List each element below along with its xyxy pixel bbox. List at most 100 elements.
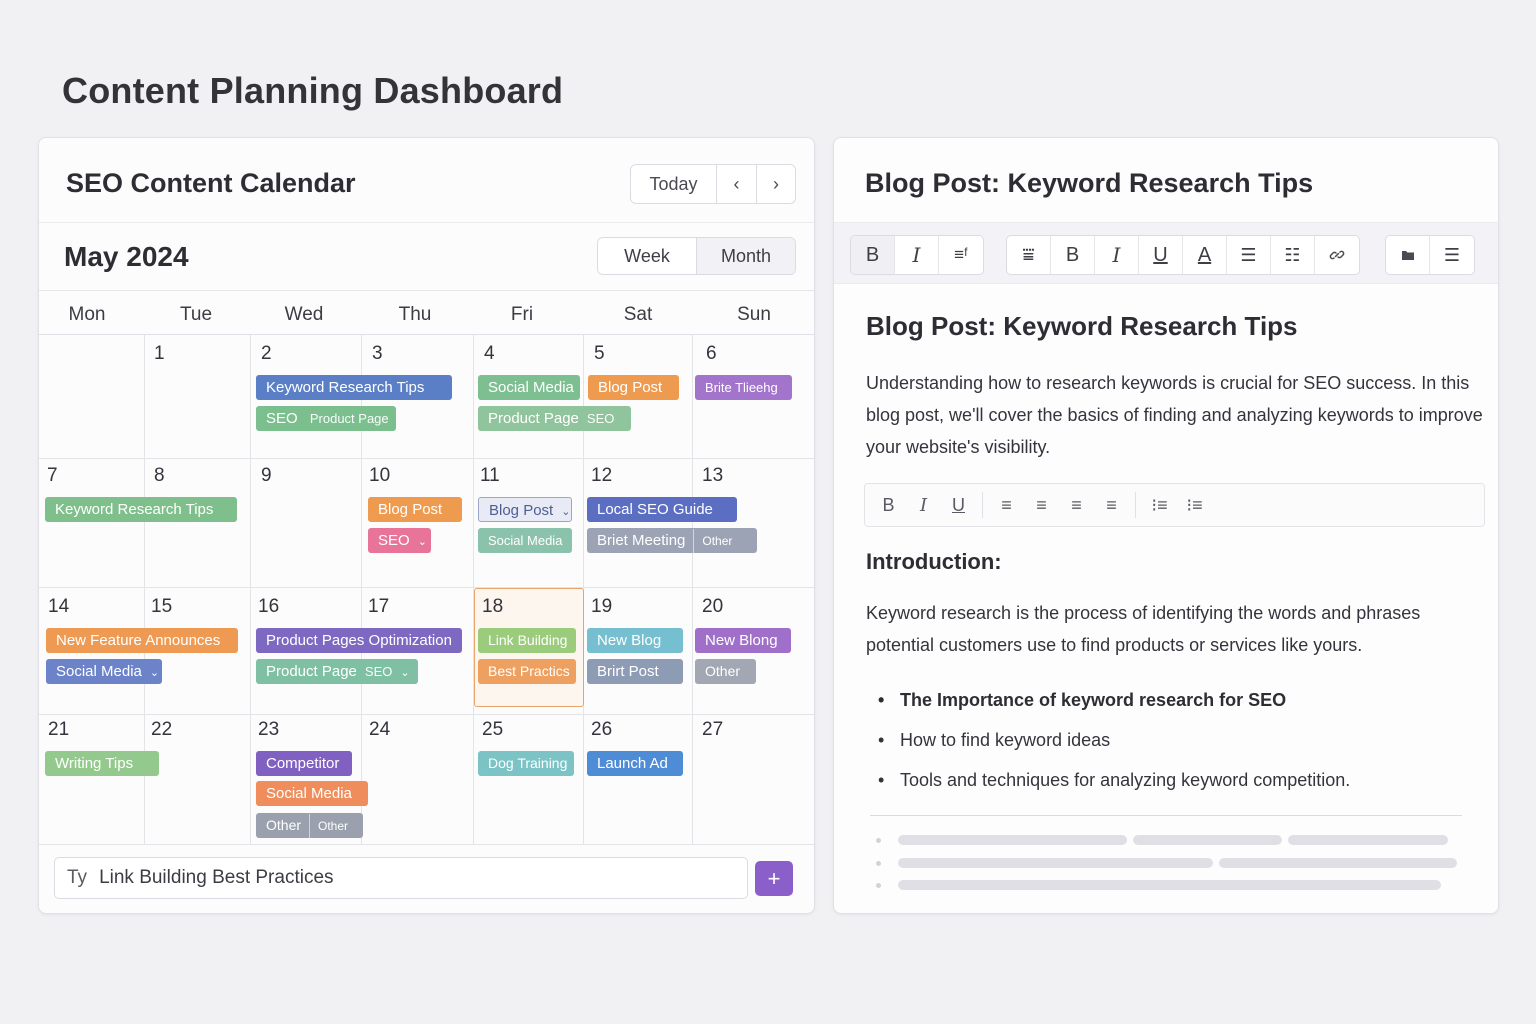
event-chip[interactable]: Social Media: [478, 375, 580, 400]
day-number[interactable]: 6: [706, 343, 717, 365]
event-chip[interactable]: Writing Tips: [45, 751, 159, 776]
day-number[interactable]: 1: [154, 343, 165, 365]
quick-add-input[interactable]: Ty Link Building Best Practices: [54, 857, 748, 899]
align-justify-icon[interactable]: ≡: [1094, 495, 1129, 516]
event-chip[interactable]: Local SEO Guide: [587, 497, 737, 522]
event-chip[interactable]: Link Building: [478, 628, 576, 653]
link-icon[interactable]: [1315, 236, 1359, 274]
list-icon[interactable]: ☰: [1430, 236, 1474, 274]
event-chip[interactable]: Social Media: [478, 528, 572, 553]
day-number[interactable]: 12: [591, 465, 612, 487]
event-chip[interactable]: Social Media: [256, 781, 368, 806]
day-number[interactable]: 7: [47, 465, 58, 487]
day-number[interactable]: 11: [480, 465, 500, 487]
day-number[interactable]: 26: [591, 719, 612, 741]
event-chip[interactable]: Social Media ⌄: [46, 659, 162, 684]
skeleton-bullet: [876, 883, 881, 888]
section-heading[interactable]: Introduction:: [866, 549, 1002, 575]
event-chip[interactable]: SEO ⌄: [368, 528, 431, 553]
list-item[interactable]: How to find keyword ideas: [878, 720, 1350, 760]
event-chip[interactable]: Brite Tlieehg: [695, 375, 792, 400]
folder-icon[interactable]: [1386, 236, 1430, 274]
italic-icon[interactable]: I: [1095, 236, 1139, 274]
editor-card: Blog Post: Keyword Research Tips B I ≡ᶠ …: [833, 137, 1499, 914]
align-icon[interactable]: ≡ᶠ: [939, 236, 983, 274]
day-number[interactable]: 5: [594, 343, 605, 365]
day-number[interactable]: 4: [484, 343, 495, 365]
numbered-list-icon[interactable]: ⁝≡: [1142, 495, 1177, 516]
event-chip[interactable]: Product Page SEO: [478, 406, 631, 431]
event-chip[interactable]: New Blog: [587, 628, 683, 653]
event-chip[interactable]: Best Practics: [478, 659, 576, 684]
event-chip[interactable]: SEO Product Page: [256, 406, 396, 431]
day-number[interactable]: 19: [591, 596, 612, 618]
day-number[interactable]: 22: [151, 719, 172, 741]
event-chip[interactable]: Product Pages Optimization: [256, 628, 462, 653]
day-number[interactable]: 24: [369, 719, 390, 741]
day-number[interactable]: 25: [482, 719, 503, 741]
chevron-down-icon: ⌄: [417, 536, 427, 548]
day-number[interactable]: 17: [368, 596, 389, 618]
event-chip[interactable]: Product Page SEO ⌄: [256, 659, 418, 684]
bullet-list-icon[interactable]: ⁝≡: [1177, 495, 1212, 516]
day-number[interactable]: 16: [258, 596, 279, 618]
day-number[interactable]: 14: [48, 596, 69, 618]
bullet-list: The Importance of keyword research for S…: [878, 680, 1350, 800]
list-item[interactable]: Tools and techniques for analyzing keywo…: [878, 760, 1350, 800]
section-body[interactable]: Keyword research is the process of ident…: [866, 597, 1486, 661]
event-chip[interactable]: New Blong: [695, 628, 791, 653]
day-number[interactable]: 3: [372, 343, 383, 365]
chevron-left-icon[interactable]: ‹: [717, 165, 756, 203]
underline-icon[interactable]: U: [1139, 236, 1183, 274]
event-chip[interactable]: New Feature Announces: [46, 628, 238, 653]
post-intro[interactable]: Understanding how to research keywords i…: [866, 367, 1486, 463]
event-chip[interactable]: Keyword Research Tips: [45, 497, 237, 522]
day-number[interactable]: 13: [702, 465, 723, 487]
align-center-icon[interactable]: ≡: [1024, 495, 1059, 516]
align-right-icon[interactable]: ≡: [1059, 495, 1094, 516]
skeleton-line: [1133, 835, 1282, 845]
bold-icon[interactable]: B: [1051, 236, 1095, 274]
event-chip[interactable]: Blog Post ⌄: [478, 497, 572, 522]
day-number[interactable]: 15: [151, 596, 172, 618]
italic-icon[interactable]: I: [906, 495, 941, 516]
underline-icon[interactable]: U: [941, 495, 976, 516]
event-chip[interactable]: Brirt Post: [587, 659, 683, 684]
chevron-right-icon[interactable]: ›: [756, 165, 795, 203]
indent-icon[interactable]: ⩸: [1007, 236, 1051, 274]
today-button[interactable]: Today: [631, 165, 717, 203]
event-chip[interactable]: Competitor: [256, 751, 352, 776]
day-number[interactable]: 10: [369, 465, 390, 487]
day-number[interactable]: 20: [702, 596, 723, 618]
day-number[interactable]: 23: [258, 719, 279, 741]
day-number[interactable]: 21: [48, 719, 69, 741]
event-chip[interactable]: Blog Post: [368, 497, 462, 522]
text-color-icon[interactable]: A: [1183, 236, 1227, 274]
month-view-button[interactable]: Month: [697, 238, 795, 274]
event-chip[interactable]: Launch Ad: [587, 751, 683, 776]
day-number[interactable]: 8: [154, 465, 165, 487]
bullet-list-icon[interactable]: ☷: [1271, 236, 1315, 274]
align-left-icon[interactable]: ≡: [989, 495, 1024, 516]
day-number[interactable]: 18: [482, 596, 503, 618]
day-number[interactable]: 9: [261, 465, 272, 487]
bold-icon[interactable]: B: [871, 495, 906, 516]
skeleton-line: [898, 858, 1213, 868]
day-number[interactable]: 2: [261, 343, 272, 365]
post-heading[interactable]: Blog Post: Keyword Research Tips: [866, 311, 1298, 342]
event-chip[interactable]: Blog Post: [588, 375, 679, 400]
weekday-label: Wed: [284, 304, 324, 325]
event-chip[interactable]: Other Other: [256, 813, 363, 838]
calendar-title: SEO Content Calendar: [66, 168, 356, 198]
event-chip[interactable]: Keyword Research Tips: [256, 375, 452, 400]
numbered-list-icon[interactable]: ☰: [1227, 236, 1271, 274]
add-event-button[interactable]: +: [755, 861, 793, 896]
event-chip[interactable]: Briet Meeting Other: [587, 528, 757, 553]
event-chip[interactable]: Other: [695, 659, 756, 684]
day-number[interactable]: 27: [702, 719, 723, 741]
week-view-button[interactable]: Week: [598, 238, 697, 274]
bold-icon[interactable]: B: [851, 236, 895, 274]
event-chip[interactable]: Dog Training: [478, 751, 574, 776]
italic-icon[interactable]: I: [895, 236, 939, 274]
list-item[interactable]: The Importance of keyword research for S…: [878, 680, 1350, 720]
